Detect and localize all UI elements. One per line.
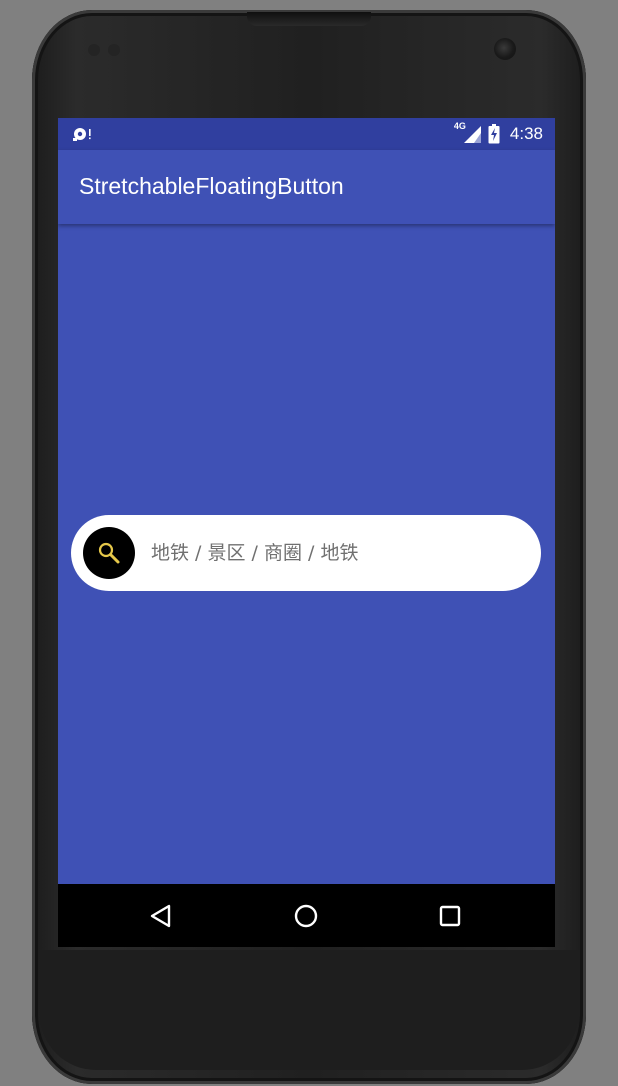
device-screen: 4G 4:38 StretchableFloatingButton 地铁 / 景… xyxy=(58,118,555,947)
app-title: StretchableFloatingButton xyxy=(79,173,344,199)
notification-app-icon xyxy=(71,126,93,142)
navigation-bar xyxy=(58,884,555,947)
home-icon xyxy=(294,904,318,928)
phone-chin xyxy=(40,950,578,1070)
status-icons: 4G 4:38 xyxy=(454,118,543,150)
status-bar: 4G 4:38 xyxy=(58,118,555,150)
app-bar: StretchableFloatingButton xyxy=(58,150,555,224)
search-floating-button[interactable] xyxy=(83,527,135,579)
back-icon xyxy=(150,904,171,928)
status-time: 4:38 xyxy=(509,124,543,143)
back-button[interactable] xyxy=(139,894,183,938)
home-button[interactable] xyxy=(284,894,328,938)
recents-button[interactable] xyxy=(428,894,472,938)
light-sensor xyxy=(108,44,120,56)
search-hint-text[interactable]: 地铁 / 景区 / 商圈 / 地铁 xyxy=(151,515,358,591)
front-camera xyxy=(494,38,516,60)
stretchable-search-bar[interactable]: 地铁 / 景区 / 商圈 / 地铁 xyxy=(71,515,541,591)
search-icon xyxy=(98,542,120,564)
recents-icon xyxy=(439,905,461,927)
network-type-label: 4G xyxy=(453,121,466,131)
battery-charging-icon xyxy=(488,124,500,144)
signal-4g-icon: 4G xyxy=(454,121,482,144)
proximity-sensor xyxy=(88,44,100,56)
earpiece-speaker xyxy=(247,12,371,26)
